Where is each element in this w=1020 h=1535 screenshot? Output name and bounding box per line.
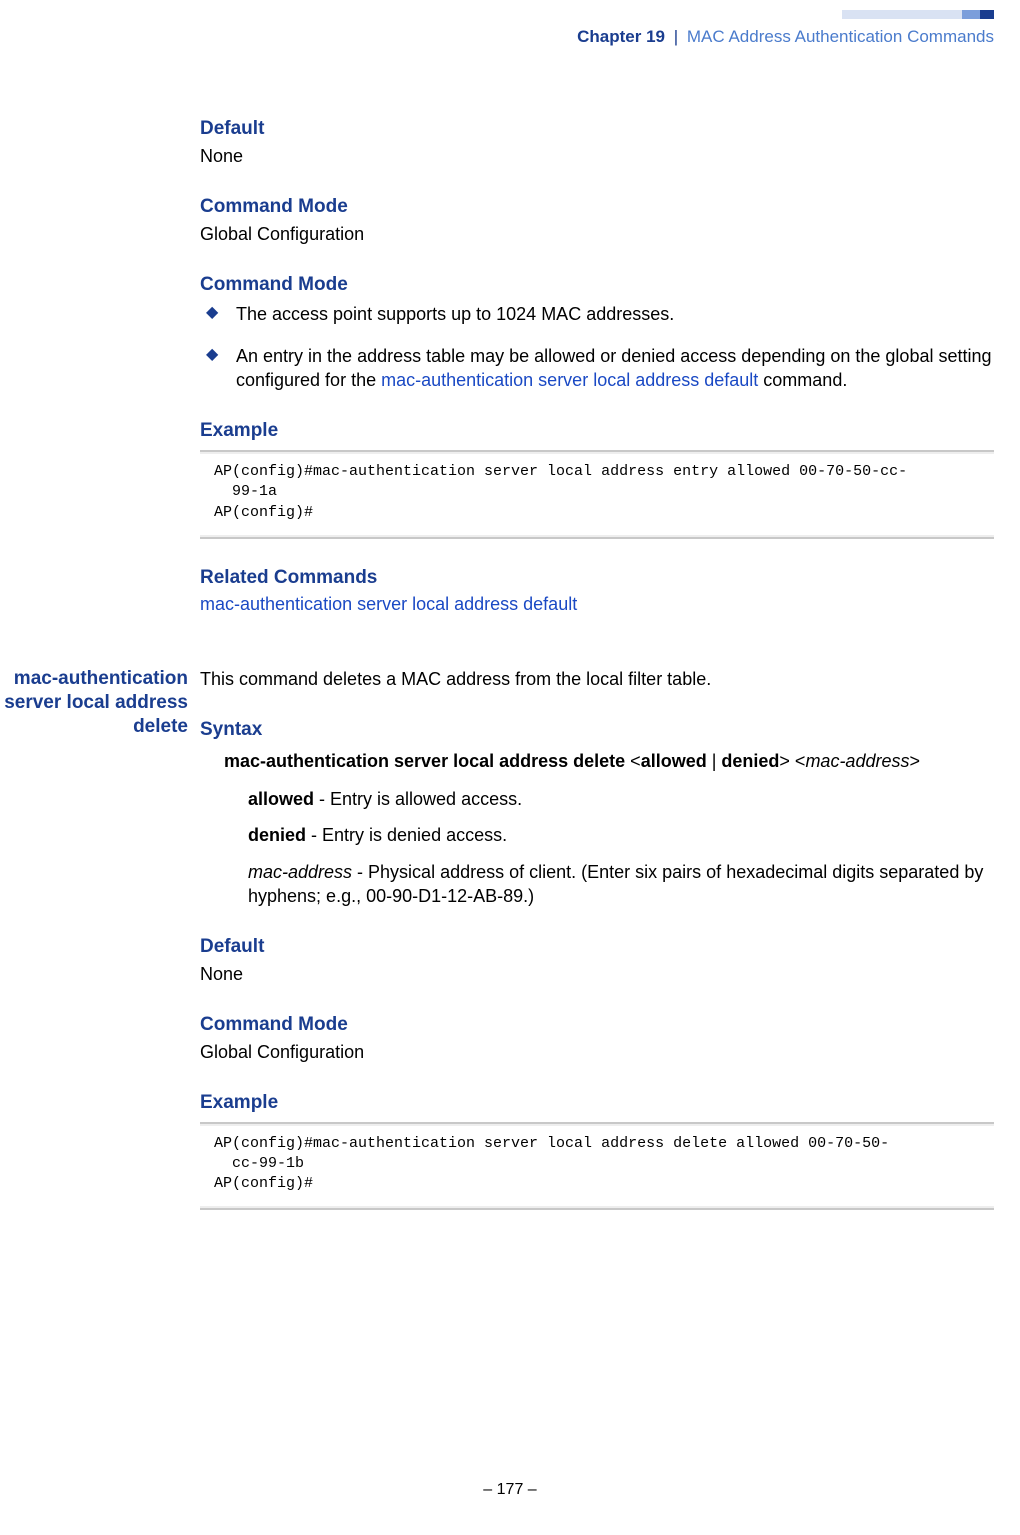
example-code-block: AP(config)#mac-authentication server loc… <box>200 450 994 539</box>
syntax-option: mac-address - Physical address of client… <box>200 860 994 909</box>
margin-column <box>0 116 200 667</box>
section-heading-command-mode-2: Command Mode <box>200 272 994 298</box>
list-item: An entry in the address table may be all… <box>200 344 994 393</box>
syntax-text: < <box>625 751 641 771</box>
bar-seg-mid <box>962 10 980 19</box>
section-heading-related: Related Commands <box>200 565 994 591</box>
list-text: The access point supports up to 1024 MAC… <box>236 304 674 324</box>
margin-command-title: mac-authentication server local address … <box>0 667 200 1211</box>
list-item: The access point supports up to 1024 MAC… <box>200 302 994 326</box>
command-mode-value: Global Configuration <box>200 222 994 246</box>
option-desc: - Entry is denied access. <box>306 825 507 845</box>
syntax-text: > < <box>779 751 805 771</box>
default-value: None <box>200 962 994 986</box>
syntax-keyword: allowed <box>641 751 707 771</box>
section-heading-example: Example <box>200 418 994 444</box>
syntax-param: mac-address <box>805 751 909 771</box>
header-decorative-bar <box>842 10 994 19</box>
section-heading-command-mode: Command Mode <box>200 1012 994 1038</box>
syntax-text: | <box>707 751 722 771</box>
bar-seg-light <box>842 10 962 19</box>
inline-link[interactable]: mac-authentication server local address … <box>381 370 758 390</box>
default-value: None <box>200 144 994 168</box>
option-name: mac-address <box>248 862 352 882</box>
syntax-option: denied - Entry is denied access. <box>200 823 994 847</box>
syntax-option: allowed - Entry is allowed access. <box>200 787 994 811</box>
content-column: Default None Command Mode Global Configu… <box>200 116 1020 667</box>
related-command-link[interactable]: mac-authentication server local address … <box>200 594 577 614</box>
option-name: allowed <box>248 789 314 809</box>
section-heading-default: Default <box>200 934 994 960</box>
syntax-keyword: denied <box>721 751 779 771</box>
bar-seg-dark <box>980 10 994 19</box>
section-heading-syntax: Syntax <box>200 717 994 743</box>
command-mode-list: The access point supports up to 1024 MAC… <box>200 302 994 393</box>
chapter-label: Chapter 19 <box>577 27 665 46</box>
running-header: Chapter 19 | MAC Address Authentication … <box>577 26 994 49</box>
example-code-block: AP(config)#mac-authentication server loc… <box>200 1122 994 1211</box>
syntax-command: mac-authentication server local address … <box>224 751 625 771</box>
syntax-text: > <box>909 751 920 771</box>
page-number: – 177 – <box>483 1481 536 1498</box>
command-mode-value: Global Configuration <box>200 1040 994 1064</box>
syntax-line: mac-authentication server local address … <box>200 749 994 773</box>
page-footer: – 177 – <box>0 1479 1020 1501</box>
list-text-part: command. <box>758 370 847 390</box>
option-desc: - Entry is allowed access. <box>314 789 522 809</box>
option-name: denied <box>248 825 306 845</box>
option-desc: - Physical address of client. (Enter six… <box>248 862 983 906</box>
section-heading-command-mode: Command Mode <box>200 194 994 220</box>
chapter-topic: MAC Address Authentication Commands <box>687 27 994 46</box>
section-spacer <box>200 617 994 667</box>
section-heading-default: Default <box>200 116 994 142</box>
section-heading-example: Example <box>200 1090 994 1116</box>
page-body: Default None Command Mode Global Configu… <box>0 116 1020 1210</box>
command-description: This command deletes a MAC address from … <box>200 667 994 691</box>
header-separator: | <box>670 27 682 46</box>
content-column: This command deletes a MAC address from … <box>200 667 1020 1211</box>
